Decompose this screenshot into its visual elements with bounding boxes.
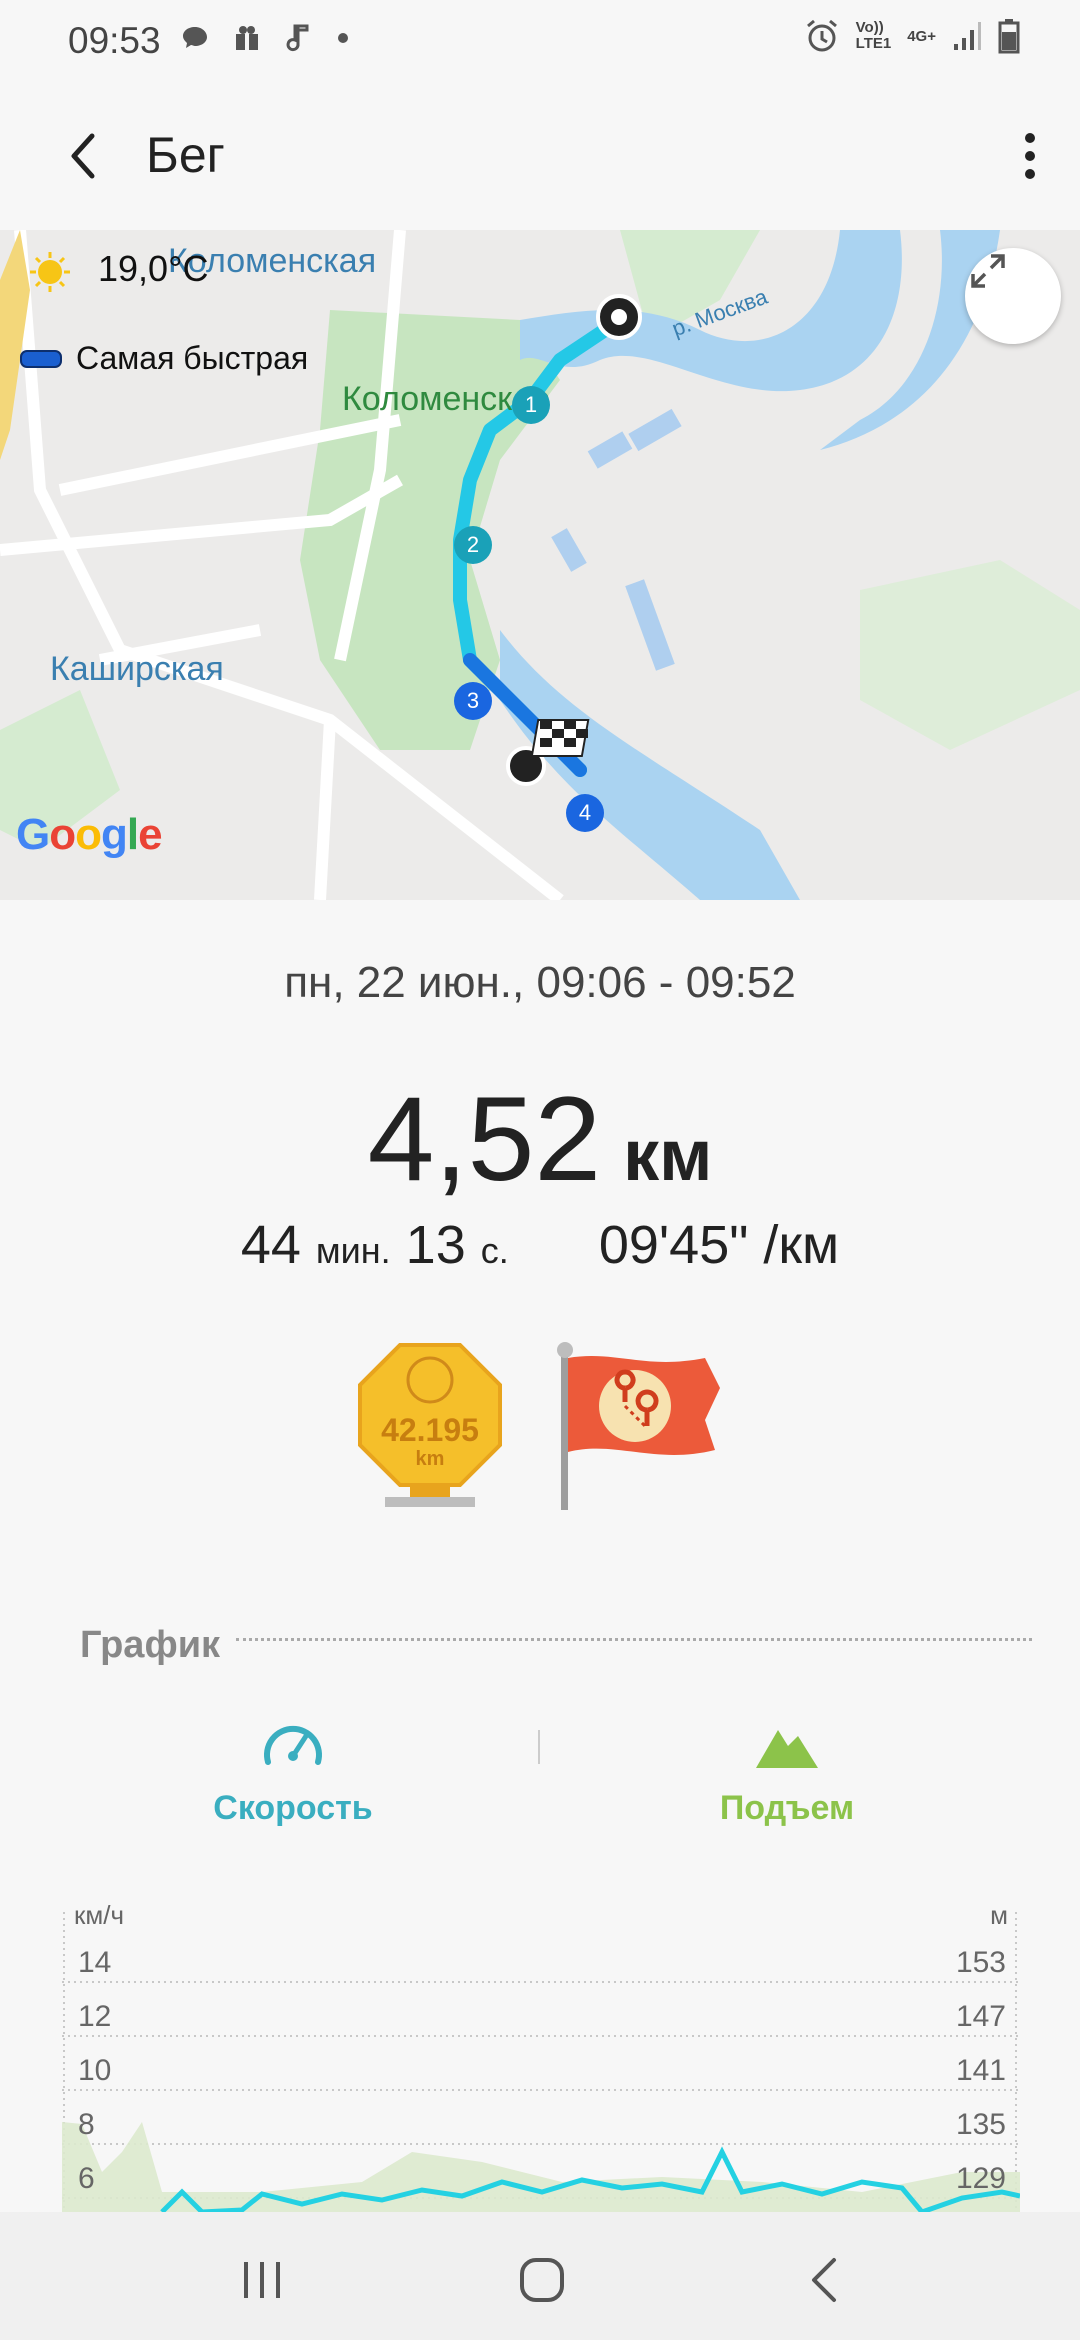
route-marker-1: 1	[512, 386, 550, 424]
duration-minutes: 44	[240, 1215, 301, 1275]
4g-icon: 4G+	[907, 27, 936, 45]
map-canvas	[0, 230, 1080, 900]
music-note-icon	[286, 24, 309, 52]
chart-left-unit: км/ч	[74, 1900, 125, 1930]
chart-right-tick: 135	[955, 2108, 1006, 2141]
recents-icon[interactable]	[232, 2250, 292, 2310]
temperature: 19,0°C	[98, 248, 209, 289]
legend-label: Самая быстрая	[76, 340, 309, 376]
system-nav-bar	[0, 2212, 1080, 2340]
map-start-marker	[596, 294, 642, 340]
workout-stats: 44 мин. 13 с. 09'45" /км	[0, 1214, 1080, 1276]
elevation-area	[62, 2122, 1020, 2212]
chart-right-tick: 147	[955, 2000, 1006, 2033]
tab-speed-label: Скорость	[213, 1789, 373, 1827]
chart-left-tick: 14	[78, 1946, 112, 1979]
more-options-icon[interactable]	[1010, 128, 1050, 184]
chart-left-tick: 6	[78, 2162, 95, 2195]
signal-icon	[954, 22, 981, 50]
tab-elevation-label: Подъем	[719, 1789, 855, 1827]
expand-icon	[971, 254, 1005, 288]
google-logo: Google	[16, 810, 163, 859]
volte-lte-icon: Vo)) LTE1	[855, 19, 892, 52]
alarm-icon	[806, 19, 837, 52]
chart-canvas	[62, 1912, 1020, 2212]
dot-icon	[338, 33, 348, 43]
chat-icon	[183, 27, 207, 48]
mountain-icon	[756, 1730, 818, 1768]
marathon-badge-unit: km	[415, 1448, 445, 1470]
chart-left-tick: 12	[78, 2000, 112, 2033]
legend-swatch	[20, 349, 62, 368]
pace: 09'45" /км	[598, 1215, 840, 1275]
speedometer-icon	[264, 1725, 322, 1765]
finish-flag-icon	[506, 719, 590, 786]
gift-icon	[236, 26, 258, 50]
route-legend: Самая быстрая	[20, 340, 308, 377]
route-map[interactable]: Коломенская Коломенское Каширская р. Мос…	[0, 230, 1080, 900]
battery-icon	[998, 19, 1020, 54]
tab-separator	[538, 1730, 540, 1764]
app-bar: Бег	[0, 84, 1080, 230]
duration-seconds-unit: с.	[480, 1230, 509, 1271]
sun-icon	[30, 252, 70, 292]
marathon-badge-value: 42.195	[381, 1412, 479, 1448]
chart-left-tick: 8	[78, 2108, 95, 2141]
page-title: Бег	[146, 127, 225, 183]
section-divider	[236, 1638, 1032, 1641]
route-flag-badge[interactable]	[555, 1340, 725, 1510]
chart-left-tick: 10	[78, 2054, 112, 2087]
workout-distance: 4,52 км	[0, 1070, 1080, 1208]
duration-minutes-unit: мин.	[315, 1230, 391, 1271]
chart-right-tick: 129	[955, 2162, 1006, 2195]
marathon-badge[interactable]: 42.195 km	[355, 1340, 505, 1510]
workout-date-range: пн, 22 июн., 09:06 - 09:52	[284, 958, 796, 1007]
chart-right-unit: м	[990, 1900, 1008, 1930]
route-marker-4: 4	[566, 794, 604, 832]
distance-value: 4,52	[367, 1072, 602, 1206]
back-arrow-icon[interactable]	[58, 128, 114, 184]
expand-map-button[interactable]	[965, 248, 1061, 344]
chart-right-tick: 153	[955, 1946, 1006, 1979]
speed-elevation-chart: км/ч м 14 12 10 8 6 153 147 141 135 129	[62, 1892, 1020, 2212]
route-marker-3: 3	[454, 682, 492, 720]
chart-section-title: График	[80, 1624, 221, 1666]
achievement-badges: 42.195 km	[355, 1340, 735, 1520]
chart-right-tick: 141	[955, 2054, 1006, 2087]
tab-speed[interactable]: Скорость	[113, 1716, 473, 1828]
status-time: 09:53	[68, 20, 161, 61]
back-icon[interactable]	[796, 2250, 856, 2310]
duration-seconds: 13	[405, 1215, 466, 1275]
status-bar: 09:53 Vo)) LTE1 4G+	[0, 0, 1080, 84]
route-marker-2: 2	[454, 526, 492, 564]
map-label-kashirskaya: Каширская	[50, 650, 224, 688]
home-icon[interactable]	[512, 2250, 572, 2310]
tab-elevation[interactable]: Подъем	[607, 1716, 967, 1828]
distance-unit: км	[623, 1116, 713, 1196]
